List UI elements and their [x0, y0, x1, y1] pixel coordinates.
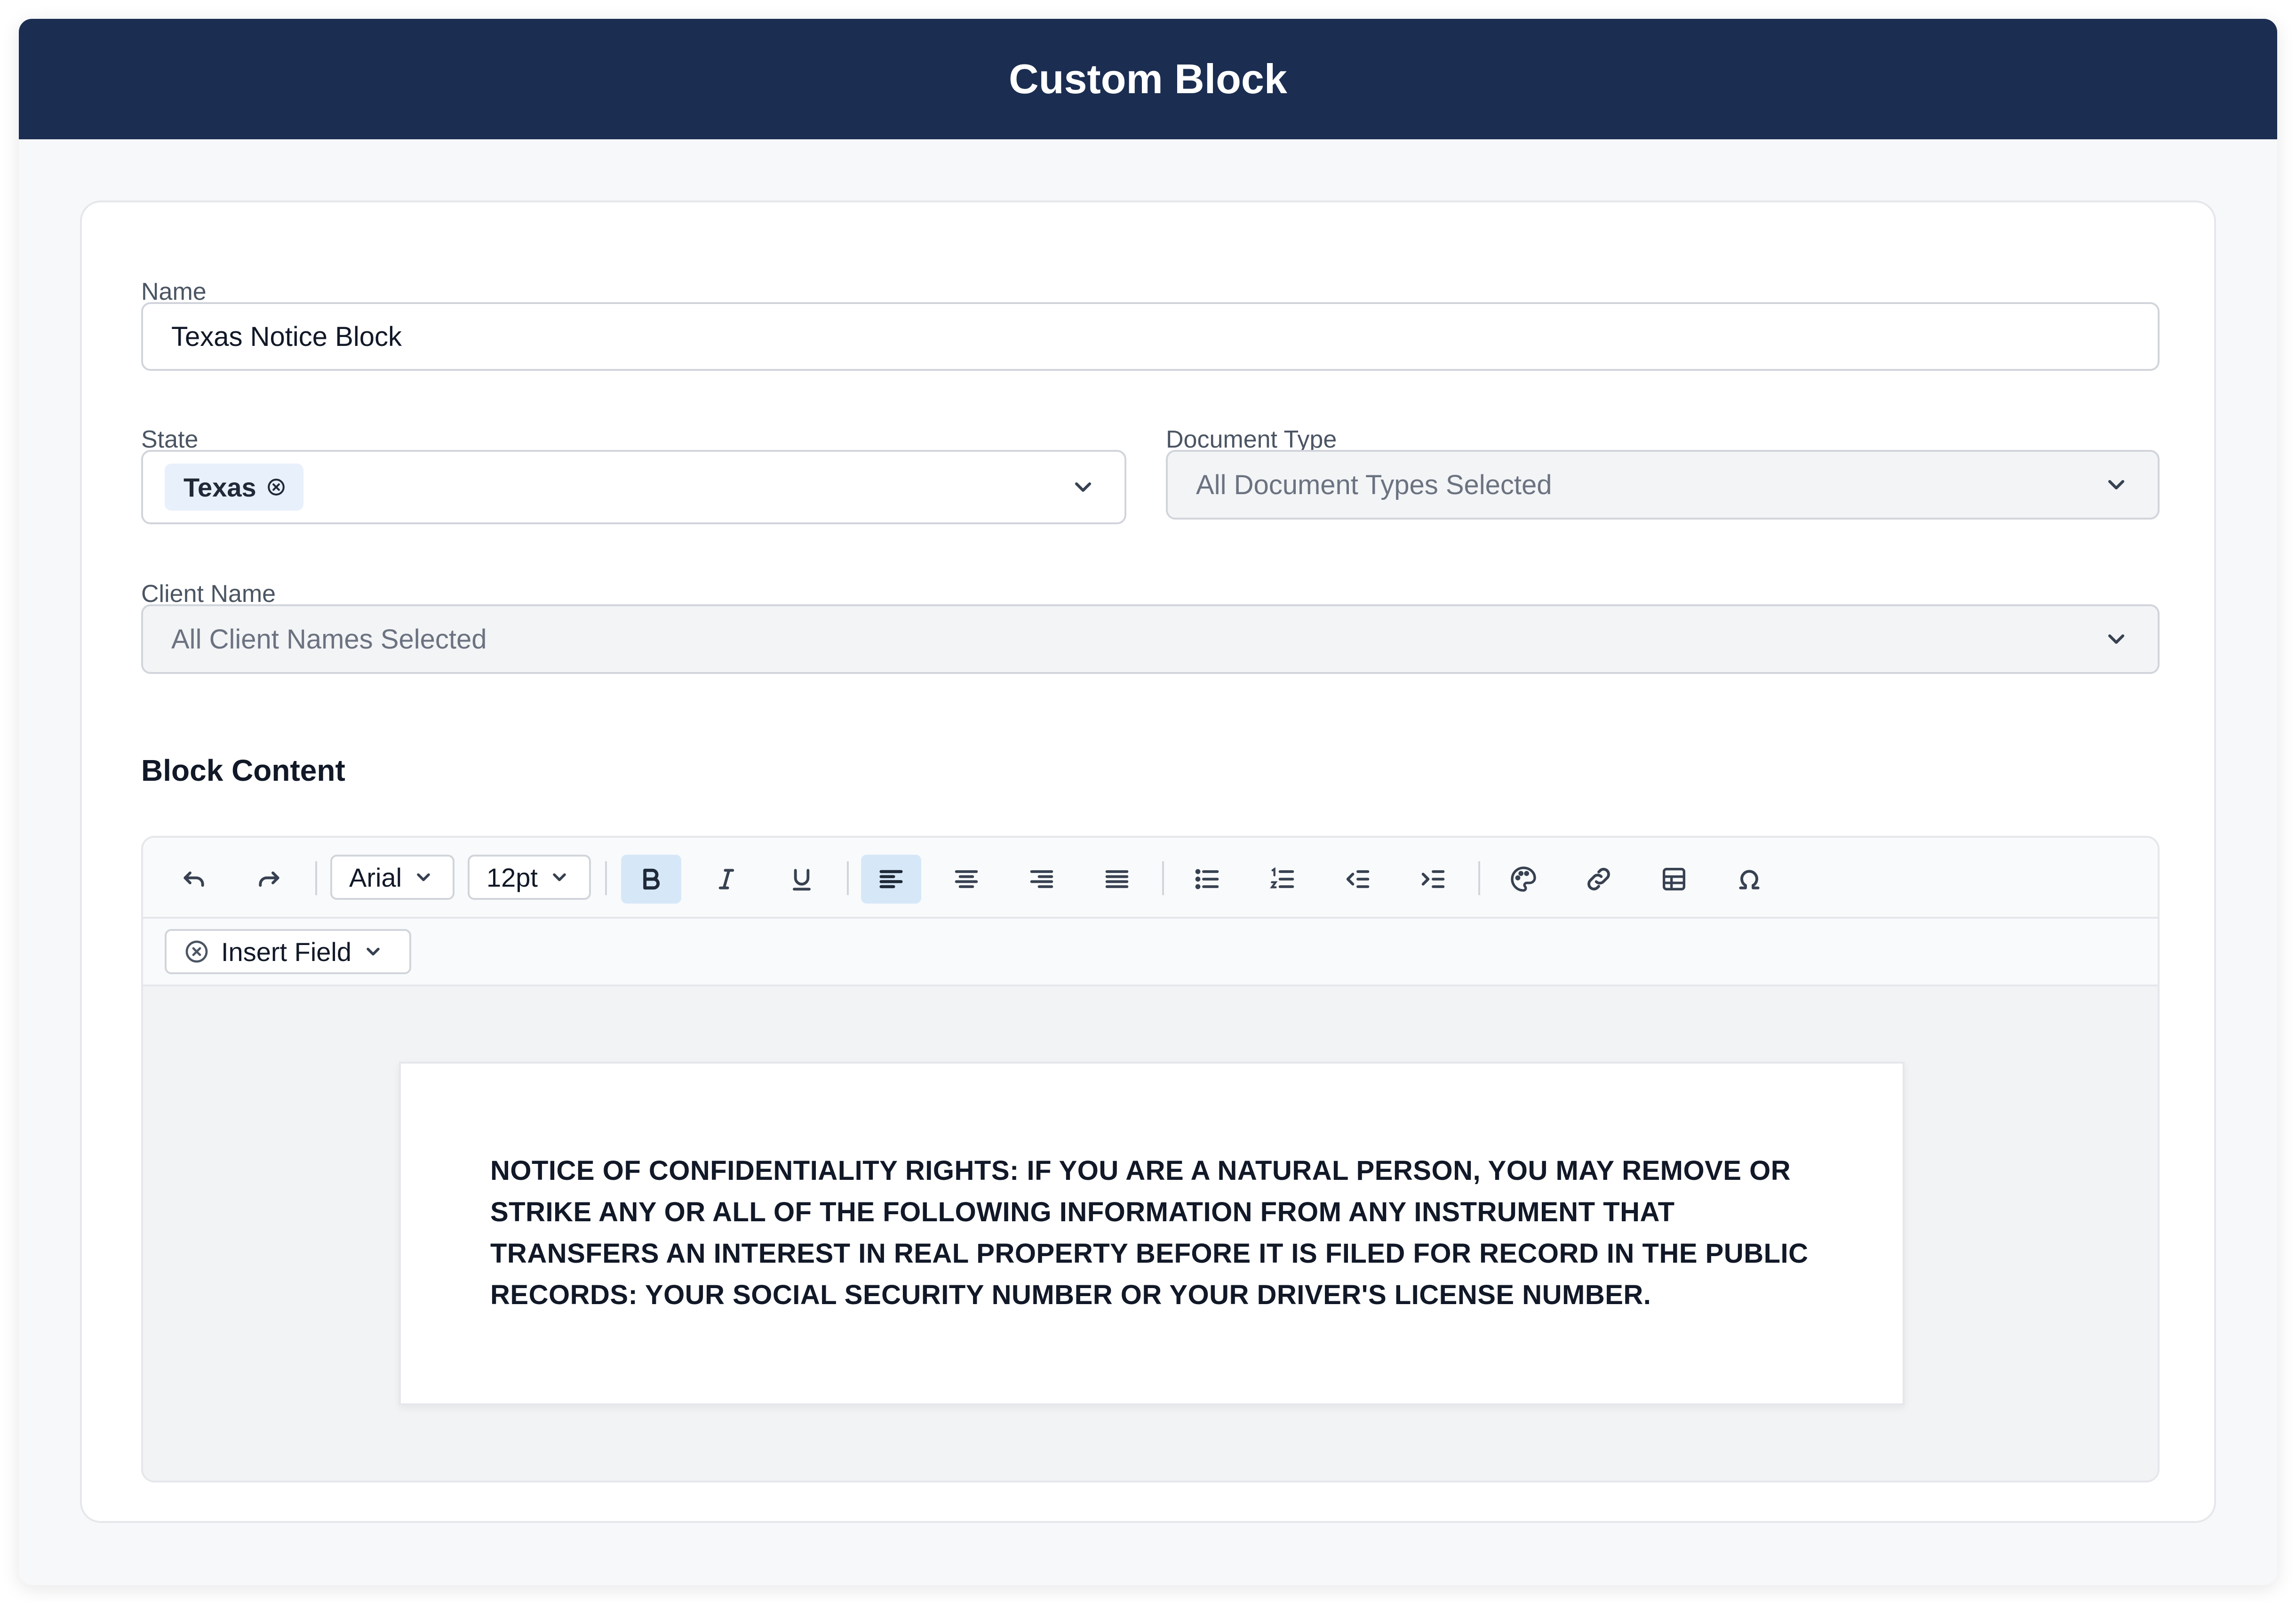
name-input-value: Texas Notice Block: [171, 321, 402, 352]
toolbar-divider: [605, 861, 607, 895]
omega-icon: [1739, 870, 1760, 889]
italic-button[interactable]: [696, 855, 757, 904]
align-justify-icon: [1105, 870, 1129, 888]
chevron-down-icon: [553, 873, 566, 881]
chevron-down-icon: [367, 947, 380, 956]
client-name-select[interactable]: All Client Names Selected: [141, 604, 2160, 674]
palette-icon: [1511, 866, 1536, 892]
text-color-button[interactable]: [1493, 855, 1554, 904]
insert-field-label: Insert Field: [221, 937, 351, 967]
insert-field-dropdown[interactable]: Insert Field: [165, 929, 411, 974]
numbered-list-icon: [1270, 867, 1294, 889]
chip-remove-icon[interactable]: [267, 478, 286, 497]
numbered-list-button[interactable]: [1252, 855, 1313, 904]
chevron-down-icon: [417, 873, 430, 881]
outdent-icon: [1346, 870, 1370, 888]
name-input[interactable]: Texas Notice Block: [141, 302, 2160, 371]
client-name-label: Client Name: [141, 580, 276, 608]
insert-link-button[interactable]: [1569, 855, 1629, 904]
close-circle-icon: [185, 940, 208, 963]
title-bar: Custom Block: [19, 19, 2277, 139]
name-label: Name: [141, 278, 207, 305]
custom-block-window: Custom Block Name Texas Notice Block Sta…: [19, 19, 2277, 1585]
document-type-select[interactable]: All Document Types Selected: [1166, 450, 2160, 520]
align-center-icon: [955, 870, 978, 888]
form-card: Name Texas Notice Block State Texas Docu…: [80, 200, 2216, 1523]
insert-table-button[interactable]: [1644, 855, 1704, 904]
state-chip-label: Texas: [183, 472, 256, 502]
page-title: Custom Block: [1009, 56, 1287, 102]
state-select[interactable]: Texas: [141, 450, 1126, 524]
toolbar-divider: [315, 861, 317, 895]
font-size-select[interactable]: 12pt: [468, 855, 591, 900]
align-right-button[interactable]: [1012, 855, 1072, 904]
underline-button[interactable]: [772, 855, 832, 904]
font-family-value: Arial: [349, 862, 402, 892]
underline-icon: [793, 869, 811, 891]
align-left-button[interactable]: [861, 855, 921, 904]
redo-icon: [259, 871, 279, 887]
bold-icon: [643, 868, 660, 890]
bullet-list-icon: [1195, 869, 1219, 889]
rich-text-editor: Arial 12pt Insert Field NOTICE OF CONFID…: [141, 836, 2160, 1482]
editor-toolbar: Arial 12pt: [143, 838, 2158, 919]
table-icon: [1663, 868, 1685, 890]
align-right-icon: [1030, 870, 1053, 888]
client-name-value: All Client Names Selected: [171, 624, 487, 655]
block-content-title: Block Content: [141, 753, 345, 787]
indent-icon: [1421, 870, 1445, 888]
indent-button[interactable]: [1403, 855, 1463, 904]
editor-secondary-toolbar: Insert Field: [143, 919, 2158, 986]
link-icon: [1587, 868, 1610, 890]
undo-icon: [183, 871, 204, 887]
chevron-down-icon: [1075, 482, 1092, 492]
state-label: State: [141, 426, 199, 453]
toolbar-divider: [847, 861, 849, 895]
font-size-value: 12pt: [486, 862, 538, 892]
undo-button[interactable]: [164, 855, 224, 904]
align-center-button[interactable]: [936, 855, 997, 904]
outdent-button[interactable]: [1328, 855, 1388, 904]
italic-icon: [718, 869, 734, 889]
special-character-button[interactable]: [1719, 855, 1779, 904]
toolbar-divider: [1162, 861, 1164, 895]
editor-page[interactable]: NOTICE OF CONFIDENTIALITY RIGHTS: IF YOU…: [399, 1062, 1905, 1405]
state-chip: Texas: [165, 464, 303, 511]
font-family-select[interactable]: Arial: [330, 855, 454, 900]
chevron-down-icon: [2108, 634, 2125, 644]
bold-button[interactable]: [621, 855, 681, 904]
bullet-list-button[interactable]: [1177, 855, 1237, 904]
block-content-text[interactable]: NOTICE OF CONFIDENTIALITY RIGHTS: IF YOU…: [490, 1150, 1836, 1316]
redo-button[interactable]: [239, 855, 299, 904]
align-justify-button[interactable]: [1087, 855, 1147, 904]
chevron-down-icon: [2108, 480, 2125, 490]
toolbar-divider: [1478, 861, 1480, 895]
document-type-label: Document Type: [1166, 426, 1337, 453]
align-left-icon: [879, 870, 903, 889]
document-type-value: All Document Types Selected: [1196, 469, 1552, 500]
